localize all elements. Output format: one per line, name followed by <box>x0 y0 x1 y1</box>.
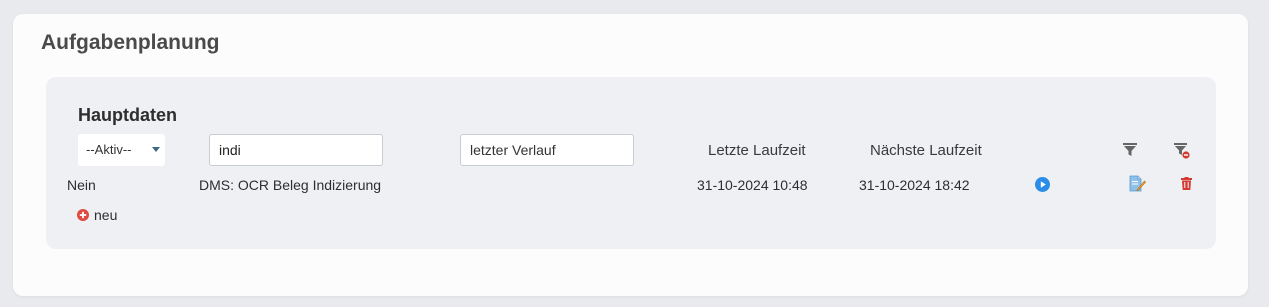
filter-remove-icon[interactable] <box>1174 143 1190 164</box>
column-header-next-run: Nächste Laufzeit <box>870 142 982 159</box>
active-filter-select[interactable]: --Aktiv-- <box>78 134 165 166</box>
active-filter-value: --Aktiv-- <box>86 142 132 157</box>
plus-circle-icon <box>77 209 89 221</box>
section-title: Hauptdaten <box>78 105 177 125</box>
column-header-last-run: Letzte Laufzeit <box>708 142 806 159</box>
row-last-run-cell: 31-10-2024 10:48 <box>697 177 808 193</box>
filter-icon[interactable] <box>1123 143 1137 162</box>
history-filter-input[interactable] <box>460 134 634 166</box>
row-name-cell: DMS: OCR Beleg Indizierung <box>199 177 382 193</box>
trash-icon[interactable] <box>1181 177 1192 195</box>
row-active-cell: Nein <box>67 177 96 193</box>
add-new-label: neu <box>94 207 118 223</box>
name-filter-input[interactable] <box>209 134 383 166</box>
page-title: Aufgabenplanung <box>41 31 220 54</box>
edit-icon[interactable] <box>1129 175 1147 198</box>
chevron-down-icon <box>152 147 160 152</box>
add-new-button[interactable]: neu <box>77 207 117 223</box>
play-circle-icon[interactable] <box>1035 177 1050 197</box>
row-next-run-cell: 31-10-2024 18:42 <box>859 177 970 193</box>
